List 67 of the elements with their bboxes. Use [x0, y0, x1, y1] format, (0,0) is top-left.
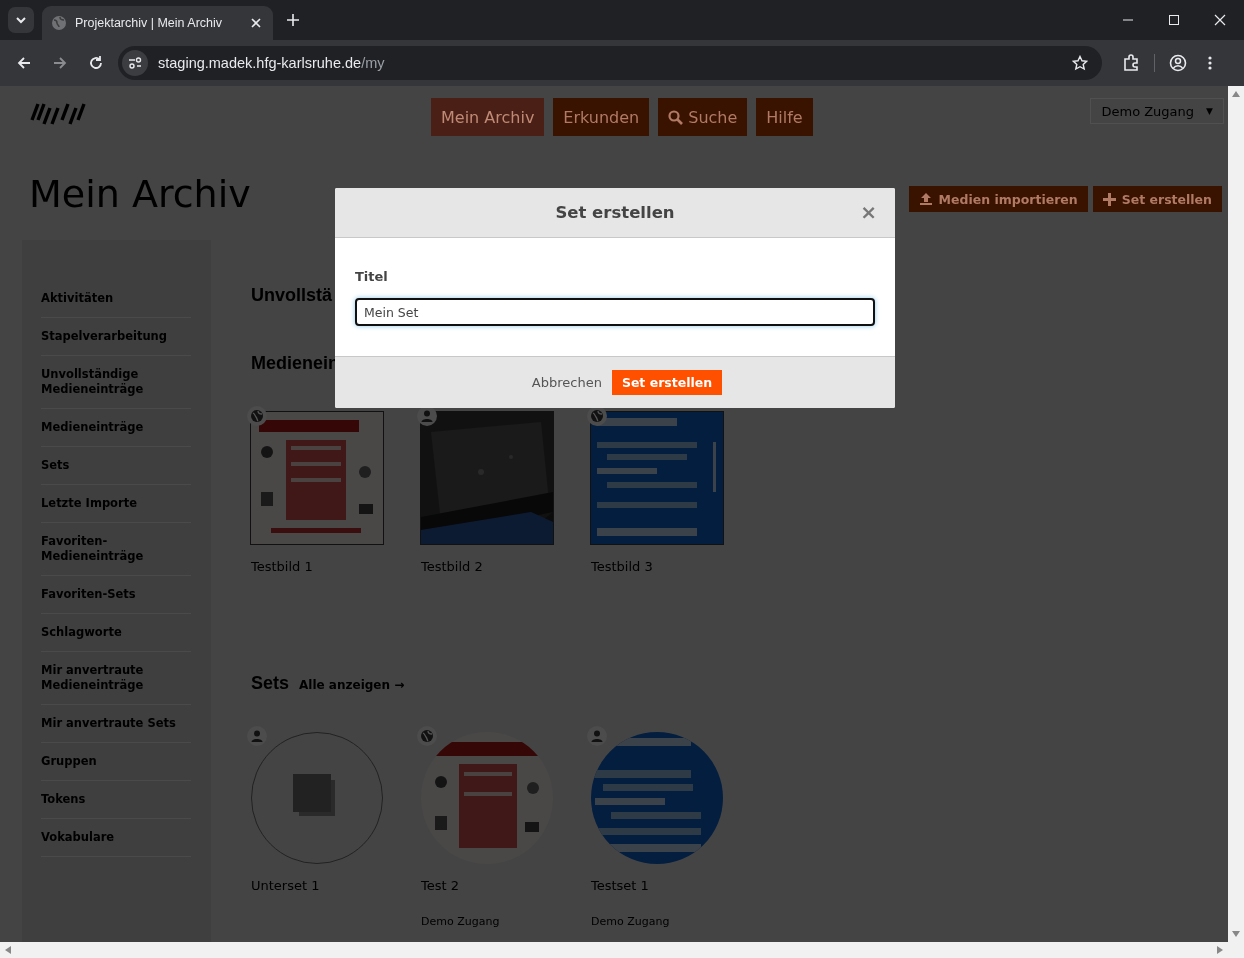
browser-tab[interactable]: Projektarchiv | Mein Archiv — [42, 6, 273, 40]
tab-title: Projektarchiv | Mein Archiv — [75, 16, 224, 30]
scroll-left-icon[interactable] — [4, 945, 12, 955]
title-input[interactable]: Mein Set — [355, 298, 875, 326]
set-title[interactable]: Testset 1 — [591, 877, 723, 895]
user-dropdown[interactable]: Demo Zugang ▼ — [1090, 98, 1224, 124]
site-settings-icon[interactable] — [122, 50, 148, 76]
set-owner: Demo Zugang — [421, 914, 501, 930]
sidebar-item[interactable]: Vokabulare — [41, 819, 191, 857]
sidebar-item[interactable]: Sets — [41, 447, 191, 485]
section-heading: Sets — [251, 672, 290, 694]
dialog-title: Set erstellen — [555, 203, 675, 222]
action-button[interactable]: Set erstellen — [1092, 186, 1222, 212]
sidebar-item[interactable]: Letzte Importe — [41, 485, 191, 523]
reload-icon[interactable] — [88, 55, 104, 71]
media-title[interactable]: Testbild 1 — [251, 558, 383, 576]
section-heading: Unvollstä — [251, 284, 334, 306]
set-title[interactable]: Test 2 — [421, 877, 553, 895]
sidebar-item[interactable]: Aktivitäten — [41, 280, 191, 318]
media-title[interactable]: Testbild 3 — [591, 558, 723, 576]
menu-icon[interactable] — [1207, 55, 1213, 71]
scrollbar[interactable] — [0, 942, 1244, 958]
forward-icon[interactable] — [52, 55, 68, 71]
sidebar-item[interactable]: Favoriten-Sets — [41, 576, 191, 614]
scroll-down-icon[interactable] — [1231, 930, 1241, 938]
back-icon[interactable] — [16, 55, 32, 71]
nav-tab[interactable]: Suche — [658, 98, 748, 136]
sidebar-item[interactable]: Medieneinträge — [41, 409, 191, 447]
sidebar-item[interactable]: Favoriten-Medieneinträge — [41, 523, 191, 576]
tab-search-button[interactable] — [8, 7, 34, 33]
chevron-down-icon — [15, 14, 27, 26]
set-title[interactable]: Unterset 1 — [251, 877, 383, 895]
close-icon[interactable] — [251, 18, 261, 28]
scroll-up-icon[interactable] — [1231, 90, 1241, 98]
nav-tab[interactable]: Erkunden — [553, 98, 650, 136]
set-owner: Demo Zugang — [591, 914, 671, 930]
extensions-icon[interactable] — [1122, 54, 1140, 72]
cancel-link[interactable]: Abbrechen — [531, 375, 602, 390]
search-icon — [668, 109, 684, 125]
address-field[interactable]: staging.madek.hfg-karlsruhe.de/my — [118, 46, 1102, 80]
sidebar-item[interactable]: Schlagworte — [41, 614, 191, 652]
star-icon[interactable] — [1072, 55, 1088, 71]
sidebar-item[interactable]: Gruppen — [41, 743, 191, 781]
action-button[interactable]: Medien importieren — [908, 186, 1088, 212]
submit-button[interactable]: Set erstellen — [611, 370, 723, 395]
plus-icon — [1102, 192, 1116, 206]
field-label: Titel — [355, 268, 389, 286]
show-all-link[interactable]: Alle anzeigen → — [299, 678, 405, 692]
sidebar-item[interactable]: Mir anvertraute Medieneinträge — [41, 652, 191, 705]
scrollbar[interactable] — [1228, 86, 1244, 942]
globe-icon — [51, 15, 67, 31]
profile-icon[interactable] — [1169, 54, 1187, 72]
nav-tab[interactable]: Mein Archiv — [431, 98, 545, 136]
sidebar-item[interactable]: Unvollständige Medieneinträge — [41, 356, 191, 409]
media-title[interactable]: Testbild 2 — [421, 558, 553, 576]
nav-tab[interactable]: Hilfe — [756, 98, 813, 136]
maximize-icon[interactable] — [1168, 14, 1180, 26]
close-button[interactable]: × — [860, 200, 877, 224]
sidebar-item[interactable]: Stapelverarbeitung — [41, 318, 191, 356]
close-icon[interactable] — [1214, 14, 1226, 26]
sidebar-item[interactable]: Tokens — [41, 781, 191, 819]
new-tab-icon[interactable] — [286, 13, 300, 27]
page-title: Mein Archiv — [29, 172, 251, 216]
upload-icon — [918, 192, 933, 206]
scroll-right-icon[interactable] — [1216, 945, 1224, 955]
sidebar-item[interactable]: Mir anvertraute Sets — [41, 705, 191, 743]
url-text: staging.madek.hfg-karlsruhe.de/my — [158, 55, 386, 71]
